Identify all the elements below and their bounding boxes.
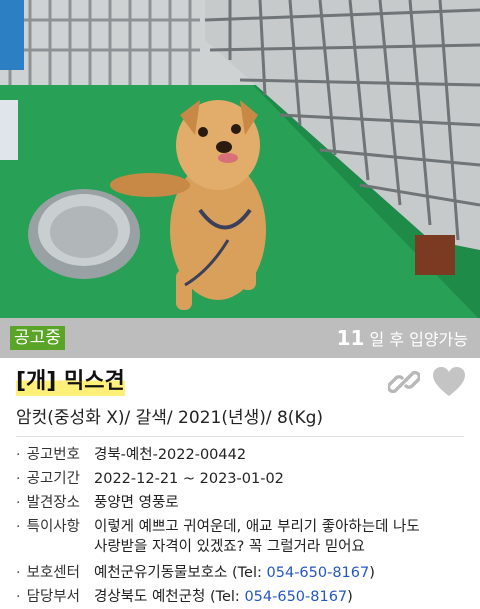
- animal-title: [개] 믹스견: [16, 368, 125, 396]
- dept-suffix: ): [347, 589, 353, 605]
- notes-line-1: 이렇게 예쁘고 귀여운데, 애교 부리기 좋아하는데 나도: [94, 519, 420, 535]
- detail-row-period: 공고기간 2022-12-21 ~ 2023-01-02: [16, 467, 476, 491]
- animal-photo: [0, 0, 480, 318]
- special-notes: 이렇게 예쁘고 귀여운데, 애교 부리기 좋아하는데 나도 사랑받을 자격이 있…: [94, 517, 476, 557]
- dog-photo-illustration: [0, 0, 480, 318]
- detail-label: 발견장소: [16, 491, 96, 515]
- link-icon[interactable]: [388, 366, 420, 398]
- days-count: 11: [336, 326, 365, 350]
- detail-label: 특이사항: [16, 515, 96, 539]
- dept-name: 경상북도 예천군청 (Tel:: [94, 589, 245, 605]
- shelter-info: 예천군유기동물보호소 (Tel: 054-650-8167): [94, 561, 476, 585]
- detail-row-center: 보호센터 예천군유기동물보호소 (Tel: 054-650-8167): [16, 561, 476, 585]
- dept-info: 경상북도 예천군청 (Tel: 054-650-8167): [94, 585, 476, 609]
- detail-label: 공고기간: [16, 467, 96, 491]
- heart-icon[interactable]: [432, 366, 466, 398]
- detail-row-notes: 특이사항 이렇게 예쁘고 귀여운데, 애교 부리기 좋아하는데 나도 사랑받을 …: [16, 515, 476, 561]
- found-place: 풍양면 영풍로: [94, 495, 179, 511]
- detail-label: 담당부서: [16, 585, 96, 609]
- notice-period: 2022-12-21 ~ 2023-01-02: [94, 471, 284, 487]
- title-row: [개] 믹스견: [0, 358, 480, 406]
- detail-row-place: 발견장소 풍양면 영풍로: [16, 491, 476, 515]
- notes-line-2: 사랑받을 자격이 있겠죠? 꼭 그럴거라 믿어요: [94, 539, 365, 555]
- dept-phone-link[interactable]: 054-650-8167: [244, 589, 347, 605]
- days-suffix: 일 후 입양가능: [369, 330, 469, 349]
- divider: [16, 436, 464, 437]
- adoption-status-bar: 공고중 11 일 후 입양가능: [0, 318, 480, 358]
- animal-summary: 암컷(중성화 X)/ 갈색/ 2021(년생)/ 8(Kg): [16, 408, 324, 428]
- shelter-suffix: ): [369, 565, 375, 581]
- status-badge: 공고중: [10, 326, 65, 350]
- detail-label: 공고번호: [16, 443, 96, 467]
- detail-label: 보호센터: [16, 561, 96, 585]
- shelter-name: 예천군유기동물보호소 (Tel:: [94, 565, 267, 581]
- detail-row-notice-no: 공고번호 경북-예천-2022-00442: [16, 443, 476, 467]
- shelter-phone-link[interactable]: 054-650-8167: [267, 565, 370, 581]
- detail-list: 공고번호 경북-예천-2022-00442 공고기간 2022-12-21 ~ …: [16, 443, 476, 609]
- detail-row-dept: 담당부서 경상북도 예천군청 (Tel: 054-650-8167): [16, 585, 476, 609]
- adoption-countdown: 11 일 후 입양가능: [337, 326, 468, 352]
- notice-number: 경북-예천-2022-00442: [94, 447, 247, 463]
